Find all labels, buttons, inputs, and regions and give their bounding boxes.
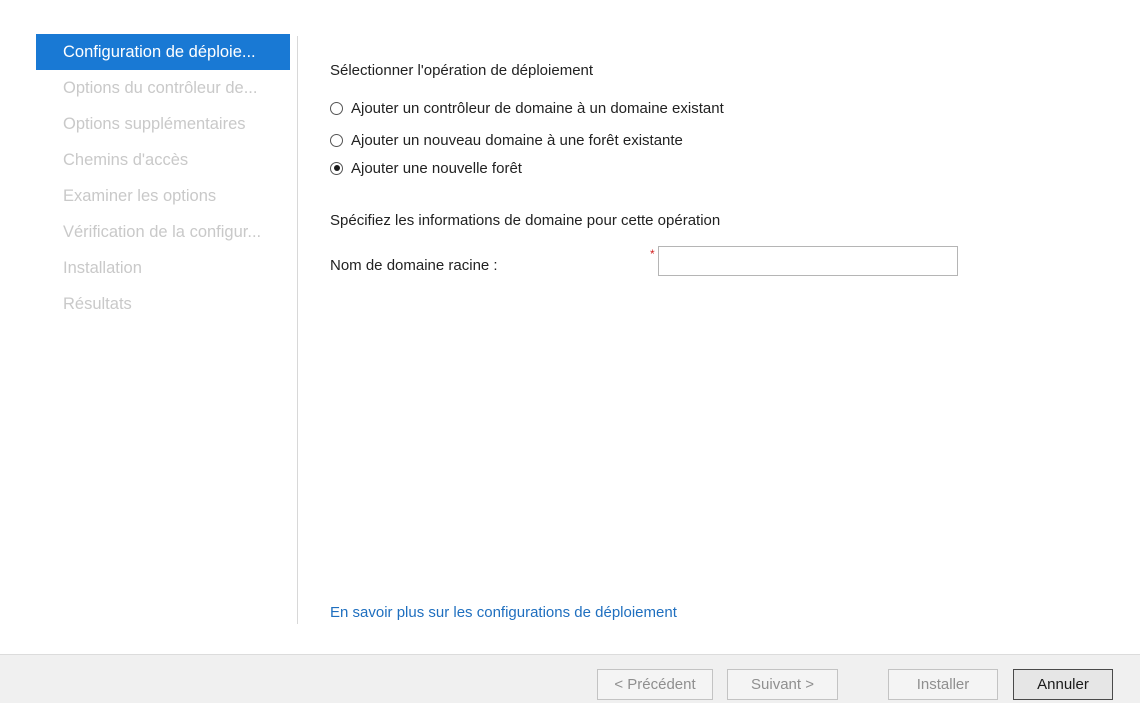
nav-item-domain-controller-options: Options du contrôleur de... [63,79,258,97]
domain-info-section-title: Spécifiez les informations de domaine po… [330,212,721,229]
wizard-footer: < Précédent Suivant > Installer Annuler [0,654,1140,703]
cancel-button[interactable]: Annuler [1013,669,1113,700]
root-domain-label: Nom de domaine racine : [330,257,498,274]
radio-label: Ajouter un nouveau domaine à une forêt e… [351,131,683,149]
root-domain-input[interactable] [658,246,958,276]
radio-label: Ajouter une nouvelle forêt [351,159,522,177]
nav-item-review-options: Examiner les options [63,187,217,205]
next-button[interactable]: Suivant > [727,669,838,700]
sidebar-divider [297,36,298,624]
nav-item-results: Résultats [63,295,132,313]
required-asterisk: * [650,247,655,261]
radio-option-add-new-forest[interactable]: Ajouter une nouvelle forêt [330,158,522,178]
learn-more-link[interactable]: En savoir plus sur les configurations de… [330,604,677,621]
radio-option-add-dc-existing-domain[interactable]: Ajouter un contrôleur de domaine à un do… [330,98,724,118]
nav-item-deployment-configuration[interactable]: Configuration de déploie... [36,34,290,70]
wizard-steps-sidebar: Configuration de déploie... Options du c… [36,34,290,322]
nav-item-paths: Chemins d'accès [63,151,189,169]
radio-button-unchecked[interactable] [330,133,343,147]
install-button[interactable]: Installer [888,669,998,700]
nav-item-additional-options: Options supplémentaires [63,115,246,133]
radio-label: Ajouter un contrôleur de domaine à un do… [351,99,724,117]
nav-item-installation: Installation [63,259,142,277]
radio-button-checked[interactable] [330,161,343,175]
nav-item-prerequisites-check: Vérification de la configur... [63,223,262,241]
previous-button[interactable]: < Précédent [597,669,713,700]
radio-button-unchecked[interactable] [330,101,343,115]
radio-option-add-domain-existing-forest[interactable]: Ajouter un nouveau domaine à une forêt e… [330,130,683,150]
operation-section-title: Sélectionner l'opération de déploiement [330,62,594,79]
